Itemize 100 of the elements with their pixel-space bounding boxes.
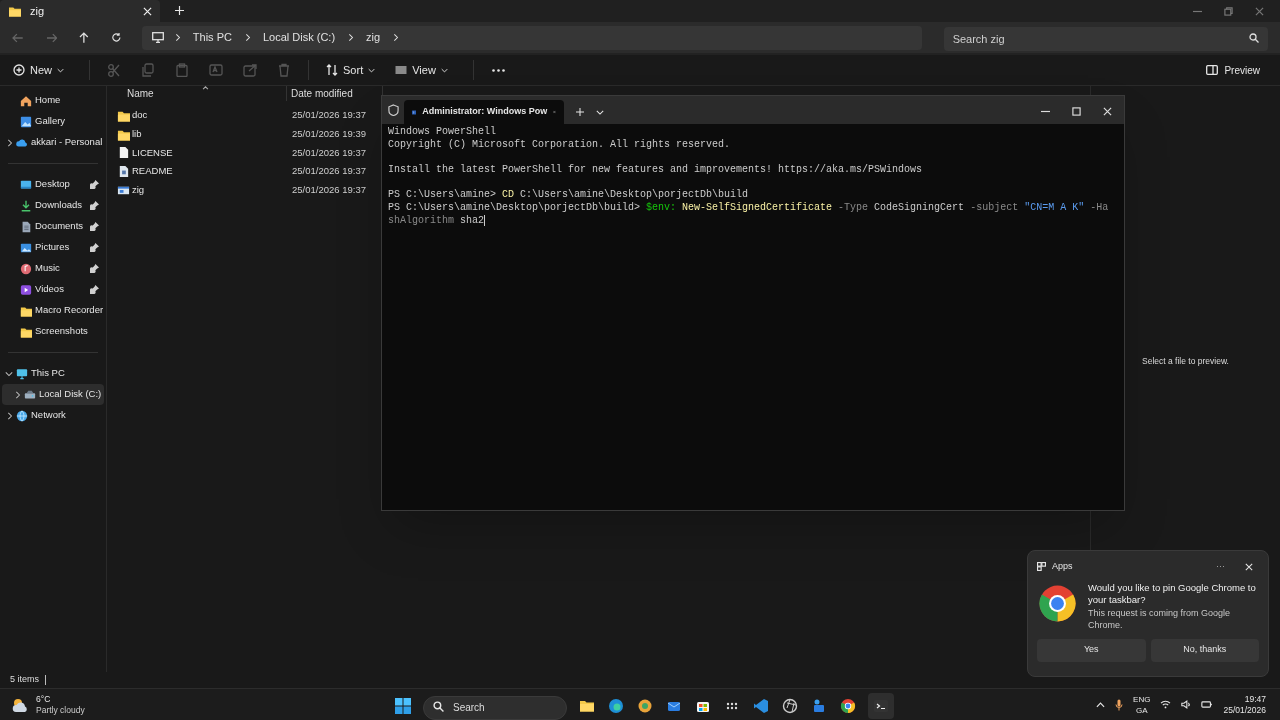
sidebar-item[interactable]: akkari - Personal [2,132,104,153]
desktop-icon [20,178,32,191]
chevron-down-icon[interactable] [5,369,13,378]
address-bar[interactable]: This PC Local Disk (C:) zig [141,25,922,50]
folder-icon[interactable] [579,698,595,714]
notification-button[interactable]: Yes [1037,638,1146,662]
refresh-icon[interactable] [111,32,122,43]
microphone-icon[interactable] [1115,698,1124,711]
chevron-up-icon[interactable] [1096,701,1106,708]
search-field[interactable]: Search zig [943,26,1268,51]
aperture-icon[interactable] [782,698,798,714]
chevron-right-icon[interactable] [5,138,13,147]
download-icon [20,199,32,212]
browser-icon[interactable] [840,698,856,714]
notification-source: Apps [1052,560,1074,573]
terminal-tab[interactable]: Administrator: Windows Pow [404,100,564,124]
file-icon [117,146,130,160]
terminal-line: Windows PowerShell [388,126,498,139]
sidebar-item[interactable]: Macro Recorder [2,300,104,321]
more-options-button[interactable]: ··· [1216,560,1225,574]
sidebar-item[interactable]: Documents [2,216,104,237]
menu-button[interactable]: New [10,61,67,79]
wifi-icon[interactable] [1160,700,1172,709]
search-icon [1249,32,1259,43]
breadcrumb-item[interactable]: This PC [190,29,234,46]
sidebar-item[interactable]: Videos [2,279,104,300]
menu-button[interactable]: Sort [323,61,379,79]
restore-icon[interactable] [1224,7,1233,16]
sidebar-item[interactable]: Desktop [2,174,104,195]
caret-icon[interactable] [596,110,604,115]
apps-icon [1037,562,1046,572]
add-tab-icon[interactable] [175,6,184,15]
battery-icon[interactable] [1201,700,1214,709]
sidebar-item[interactable]: Pictures [2,237,104,258]
status-text: 5 items [10,673,39,687]
sidebar-item[interactable]: Screenshots [2,321,104,342]
breadcrumb-item[interactable]: zig [364,29,383,46]
date-modified: 25/01/2026 19:37 [291,182,366,197]
maximize-icon[interactable] [1072,107,1081,116]
file-name[interactable]: README [132,164,173,179]
menu-button[interactable]: View [392,61,451,79]
language-indicator[interactable]: ENG GA [1133,693,1151,716]
sidebar-item[interactable]: Downloads [2,195,104,216]
search-field[interactable]: Search [423,695,567,720]
preview-button[interactable]: Preview [1206,62,1260,78]
terminal-line: PS C:\Users\amine> CD C:\Users\amine\Desktop\porjectDb\build [388,189,750,202]
notification-title: Would you like to pin Google Chrome to your taskbar? [1088,581,1257,606]
file-name[interactable]: lib [132,126,142,142]
caret-icon [57,67,64,73]
terminal-line: Install the latest PowerShell for new features and improvements! https://aka.ms/PSWindows [388,164,924,177]
file-name[interactable]: doc [132,108,148,123]
sidebar-item[interactable]: Music [2,258,104,279]
breadcrumb-item[interactable]: Local Disk (C:) [260,29,338,46]
sidebar-item[interactable]: This PC [2,363,104,384]
terminal-line: PS C:\Users\amine\Desktop\porjectDb\build> $env: New-SelfSignedCertificate -Type CodeSigningCert -subject "CN=M A K" -Ha [388,202,1110,215]
shield-icon[interactable] [388,104,399,116]
chevron-right-icon [392,33,400,42]
date-modified: 25/01/2026 19:39 [291,126,366,141]
column-header[interactable]: Name [107,85,287,101]
music-icon [20,262,32,275]
panel-icon [1206,65,1219,75]
drive-icon [24,388,36,401]
caret-icon [440,67,448,73]
up-arrow-icon[interactable] [79,31,90,44]
picture-icon [20,241,32,254]
start-icon[interactable] [394,697,412,715]
caret-icon [368,67,376,73]
document-icon [20,220,32,233]
chevron-right-icon[interactable] [5,411,13,420]
weather-icon[interactable] [10,696,30,713]
sidebar-item[interactable]: Local Disk (C:) [2,384,104,405]
chevron-right-icon [173,33,181,42]
app-icon[interactable] [811,698,827,714]
search-icon [433,701,444,712]
file-icon [117,164,130,178]
video-icon [20,283,32,296]
chevron-right-icon[interactable] [13,390,21,399]
clock[interactable]: 19:47 25/01/2026 [1223,693,1266,716]
notification-button[interactable]: No, thanks [1150,638,1259,662]
sidebar-item[interactable]: Gallery [2,111,104,132]
speaker-icon[interactable] [1181,700,1192,709]
sidebar-item[interactable]: Network [2,405,104,426]
monitor-icon [151,32,164,43]
date-modified: 25/01/2026 19:37 [291,164,366,179]
chevron-right-icon [347,33,355,42]
sidebar-item[interactable]: Home [2,90,104,111]
file-name[interactable]: LICENSE [132,145,173,160]
file-name[interactable]: zig [132,182,145,198]
globe-icon [16,409,28,422]
add-tab-icon[interactable] [576,108,584,116]
monitor-icon [16,367,28,380]
code-editor-icon[interactable] [753,698,769,714]
app-icon[interactable] [608,698,624,714]
window-tab[interactable]: zig [0,0,160,22]
app-icon[interactable] [637,698,653,714]
more-icon[interactable] [491,68,505,72]
sort-caret-icon [202,86,209,90]
sort-arrows-icon [326,64,338,76]
back-arrow-icon[interactable] [12,32,24,43]
date-modified: 25/01/2026 19:37 [291,145,366,160]
